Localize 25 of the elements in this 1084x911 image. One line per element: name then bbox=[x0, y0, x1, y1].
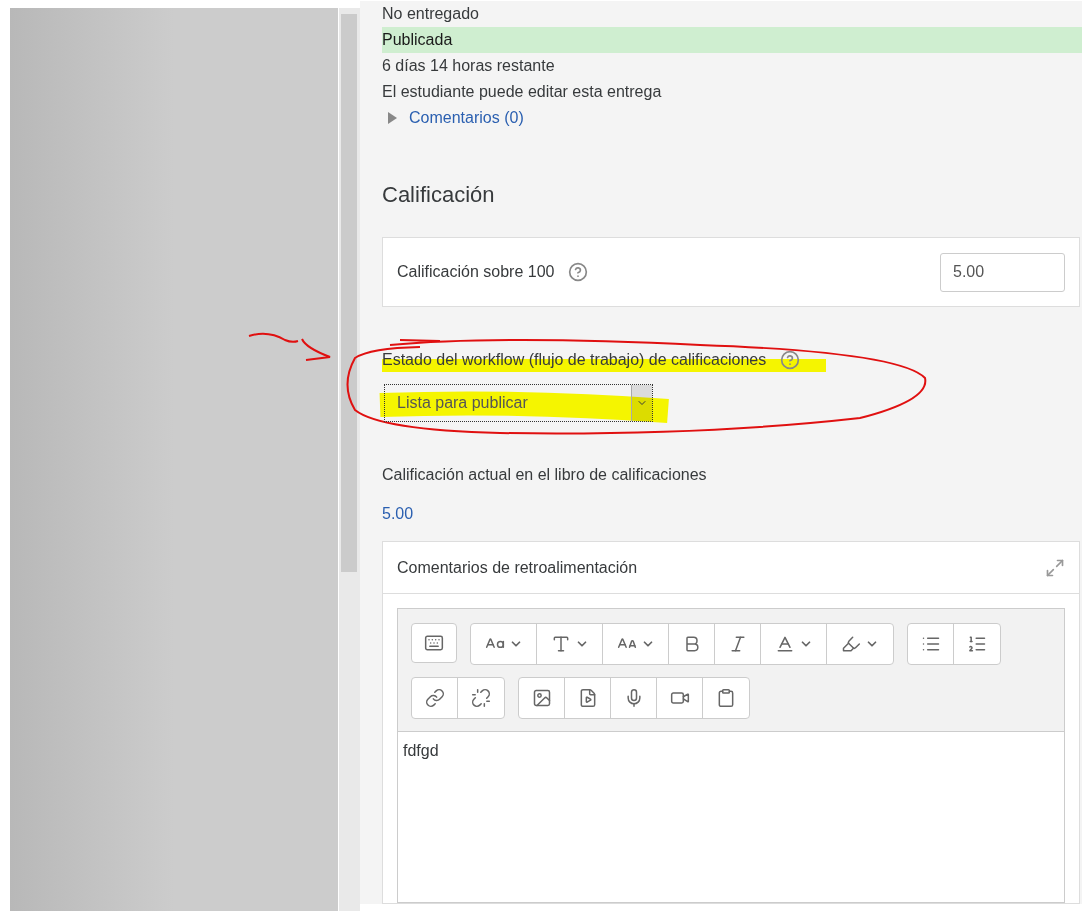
bullet-list-icon bbox=[920, 634, 941, 654]
link-icon bbox=[424, 688, 445, 708]
workflow-select[interactable]: Lista para publicar bbox=[384, 384, 653, 422]
fullscreen-icon[interactable] bbox=[1045, 557, 1065, 578]
comments-link[interactable]: Comentarios (0) bbox=[409, 105, 524, 131]
unlink-icon bbox=[471, 688, 491, 708]
help-icon[interactable] bbox=[568, 262, 589, 282]
help-icon[interactable] bbox=[780, 350, 801, 370]
highlighter-icon bbox=[841, 634, 861, 654]
section-heading: Calificación bbox=[382, 181, 496, 209]
toolbar-button[interactable] bbox=[411, 623, 457, 663]
numbered-list-icon bbox=[967, 634, 987, 654]
image-icon bbox=[531, 688, 552, 708]
scrollbar-thumb[interactable] bbox=[341, 14, 357, 572]
expand-triangle-icon[interactable] bbox=[388, 112, 397, 124]
toolbar-toggle-icon bbox=[424, 633, 444, 653]
grade-label: Calificación sobre 100 bbox=[397, 262, 555, 282]
grade-input[interactable]: 5.00 bbox=[940, 252, 1065, 292]
current-grade-label: Calificación actual en el libro de calificaciones bbox=[382, 465, 708, 485]
status-line: 6 días 14 horas restante bbox=[382, 56, 556, 76]
status-line: El estudiante puede editar esta entrega bbox=[382, 82, 663, 102]
current-grade-value: 5.00 bbox=[382, 504, 415, 524]
feedback-title: Comentarios de retroalimentación bbox=[397, 557, 638, 578]
clipboard-icon bbox=[716, 688, 736, 708]
status-line: No entregado bbox=[382, 4, 480, 24]
